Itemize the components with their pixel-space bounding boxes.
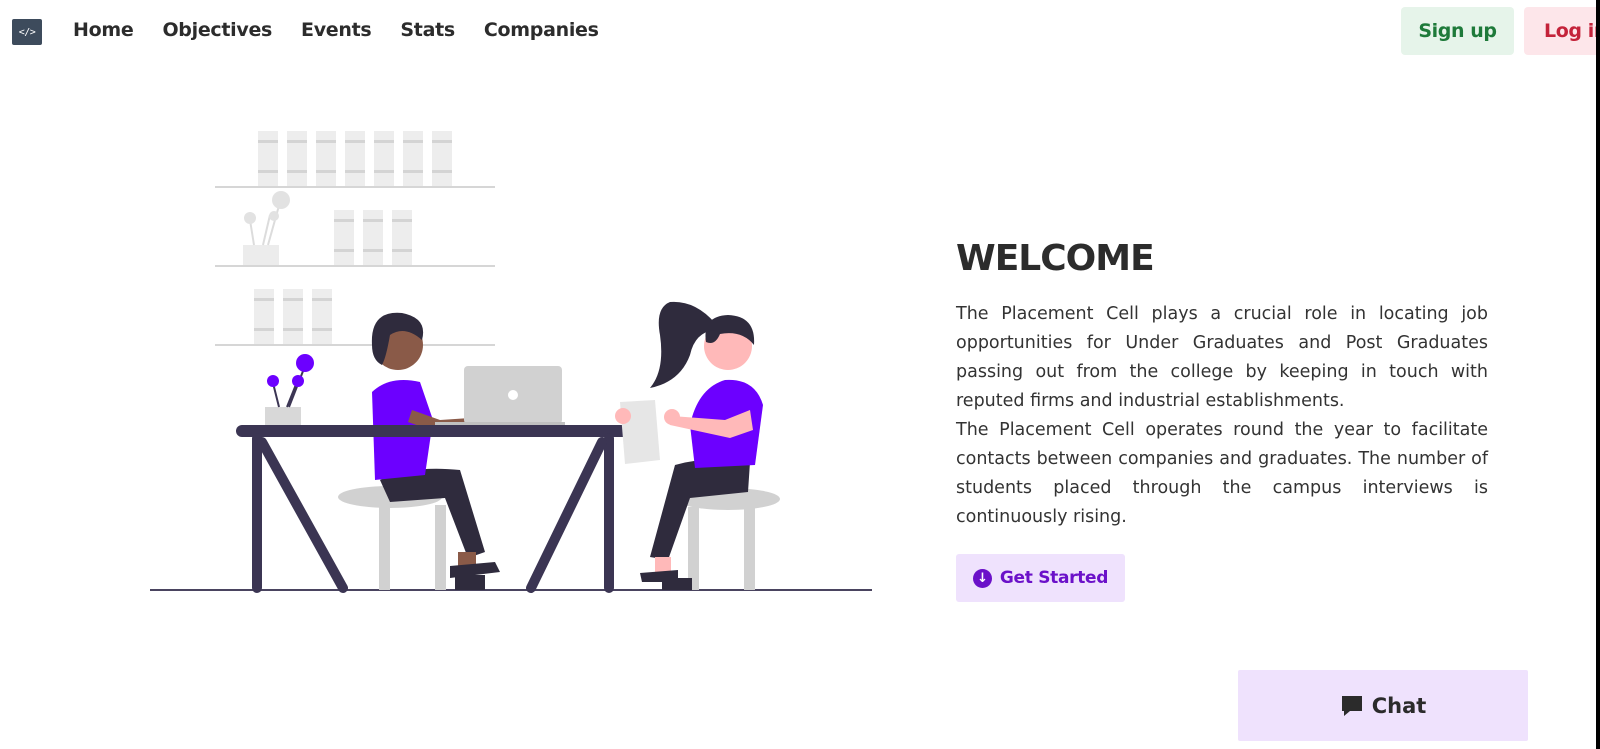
table [236, 425, 632, 593]
plant-purple [265, 354, 314, 425]
login-clip: Log in [0, 0, 1596, 62]
get-started-label: Get Started [999, 568, 1109, 588]
stool-right [676, 488, 780, 590]
hero-illustration [150, 131, 872, 593]
books-lower [254, 289, 332, 344]
chat-button[interactable]: Chat [1238, 670, 1528, 741]
get-started-button[interactable]: ↓ Get Started [956, 554, 1125, 602]
chat-bubble-icon [1341, 695, 1362, 716]
welcome-paragraph-1: The Placement Cell plays a crucial role … [956, 304, 1488, 411]
welcome-title: WELCOME [956, 238, 1155, 279]
plant-grey [243, 191, 290, 265]
books-middle [334, 210, 412, 265]
window-edge [1596, 0, 1600, 749]
top-nav: </> Home Objectives Events Stats Compani… [0, 0, 1596, 62]
login-button[interactable]: Log in [1524, 7, 1596, 55]
welcome-paragraph-2: The Placement Cell operates round the ye… [956, 420, 1488, 527]
books-top [258, 131, 452, 186]
welcome-description: The Placement Cell plays a crucial role … [956, 300, 1488, 532]
laptop [435, 366, 565, 427]
arrow-down-circle-icon: ↓ [972, 568, 992, 588]
chat-label: Chat [1371, 693, 1427, 718]
